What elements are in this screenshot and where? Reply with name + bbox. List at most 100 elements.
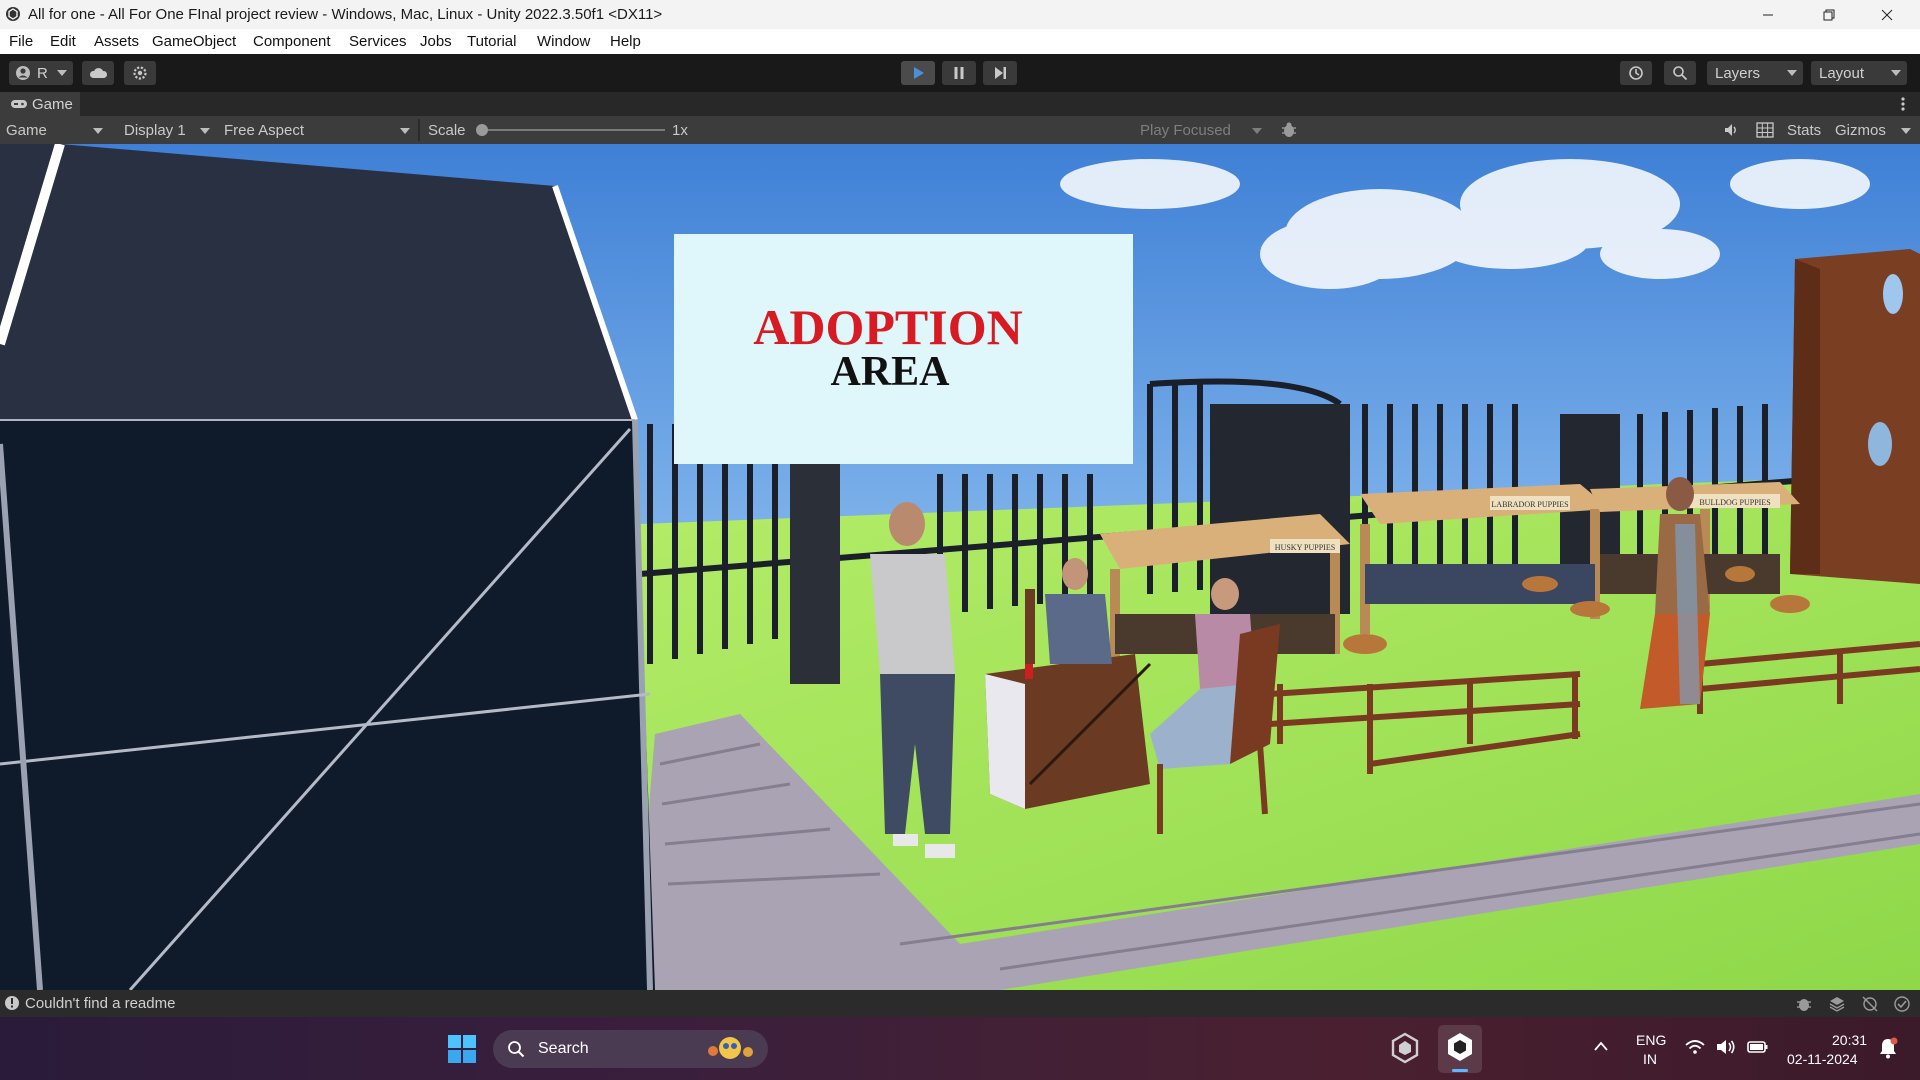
account-icon xyxy=(16,66,30,80)
status-message[interactable]: Couldn't find a readme xyxy=(25,995,175,1012)
chevron-down-icon xyxy=(1252,128,1262,134)
pause-button[interactable] xyxy=(942,61,976,85)
menu-gameobject[interactable]: GameObject xyxy=(152,33,236,50)
grid-icon[interactable] xyxy=(1756,122,1774,142)
chevron-down-icon xyxy=(1891,70,1901,76)
play-button[interactable] xyxy=(901,61,935,85)
close-icon xyxy=(1881,9,1893,20)
windows-taskbar: Search ENG IN 20:31 02-11-2024 xyxy=(0,1017,1920,1080)
stall-label-bulldog: BULLDOG PUPPIES xyxy=(1699,498,1770,507)
gizmos-label: Gizmos xyxy=(1835,121,1886,139)
chevron-down-icon xyxy=(1787,70,1797,76)
gamepad-icon xyxy=(11,100,27,108)
taskbar-search-box[interactable]: Search xyxy=(493,1030,768,1068)
step-button[interactable] xyxy=(983,61,1017,85)
minimize-button[interactable] xyxy=(1745,0,1791,29)
unity-hub-taskbar-icon[interactable] xyxy=(1388,1031,1422,1065)
search-button[interactable] xyxy=(1664,61,1696,85)
battery-icon[interactable] xyxy=(1747,1039,1769,1060)
stall-label-labrador: LABRADOR PUPPIES xyxy=(1491,500,1568,509)
window-title: All for one - All For One FInal project … xyxy=(28,6,663,23)
search-highlight-icon xyxy=(708,1037,753,1059)
menu-component[interactable]: Component xyxy=(253,33,331,50)
menu-jobs[interactable]: Jobs xyxy=(420,33,452,50)
menu-assets[interactable]: Assets xyxy=(94,33,139,50)
settings-icon xyxy=(133,66,147,80)
clock-time[interactable]: 20:31 xyxy=(1832,1032,1867,1048)
minimize-icon xyxy=(1763,14,1773,15)
search-icon xyxy=(508,1041,525,1058)
menu-window[interactable]: Window xyxy=(537,33,590,50)
history-icon xyxy=(1629,66,1643,80)
display-label: Display 1 xyxy=(124,121,186,139)
layout-label: Layout xyxy=(1819,64,1865,82)
unity-editor-taskbar-icon[interactable] xyxy=(1438,1025,1482,1073)
audio-icon[interactable] xyxy=(1723,122,1739,142)
play-focused-dropdown[interactable]: Play Focused xyxy=(1140,119,1268,141)
settings-button[interactable] xyxy=(124,61,156,85)
search-icon xyxy=(1673,66,1688,81)
desk xyxy=(985,654,1152,809)
game-view-toolbar: Game Display 1 Free Aspect Scale 1x Play… xyxy=(0,116,1920,145)
menu-services[interactable]: Services xyxy=(349,33,407,50)
sign-line1: ADOPTION xyxy=(753,299,1022,355)
wifi-icon[interactable] xyxy=(1685,1039,1705,1060)
debug-icon[interactable] xyxy=(1795,995,1813,1017)
account-dropdown[interactable]: R xyxy=(9,61,73,85)
check-icon[interactable] xyxy=(1893,995,1911,1017)
tab-game-label: Game xyxy=(32,95,73,113)
clock-date[interactable]: 02-11-2024 xyxy=(1787,1051,1858,1067)
game-viewport[interactable]: HUSKY PUPPIES LABRADOR PUPPIES BULLDOG P… xyxy=(0,144,1920,990)
layers-label: Layers xyxy=(1715,64,1761,82)
windows-start-icon[interactable] xyxy=(448,1035,476,1068)
step-icon xyxy=(995,67,1006,79)
adoption-sign: ADOPTION AREA xyxy=(674,234,1133,464)
cloud-icon xyxy=(89,68,108,78)
stats-button[interactable]: Stats xyxy=(1787,119,1821,141)
scale-value: 1x xyxy=(672,121,688,139)
bug-icon[interactable] xyxy=(1280,121,1298,143)
gizmos-dropdown[interactable]: Gizmos xyxy=(1835,119,1917,141)
wooden-tower xyxy=(1790,249,1920,584)
menu-bar: File Edit Assets GameObject Component Se… xyxy=(0,29,1920,54)
layers-dropdown[interactable]: Layers xyxy=(1707,61,1803,85)
unity-logo-icon xyxy=(1448,1033,1472,1061)
unity-logo-icon xyxy=(6,7,20,21)
menu-tutorial[interactable]: Tutorial xyxy=(467,33,516,50)
layers-stack-icon[interactable] xyxy=(1828,995,1846,1017)
game-tab-bar: Game xyxy=(0,92,1920,116)
play-icon xyxy=(914,67,924,79)
restore-button[interactable] xyxy=(1806,0,1852,29)
chevron-down-icon xyxy=(1901,128,1911,134)
chevron-up-icon[interactable] xyxy=(1593,1039,1609,1057)
scale-slider-track[interactable] xyxy=(480,129,665,131)
aspect-dropdown[interactable]: Free Aspect xyxy=(224,119,416,141)
tab-game[interactable]: Game xyxy=(0,92,80,116)
language-line1[interactable]: ENG xyxy=(1636,1032,1666,1048)
game-mode-dropdown[interactable]: Game xyxy=(6,119,109,141)
layout-dropdown[interactable]: Layout xyxy=(1811,61,1907,85)
aspect-label: Free Aspect xyxy=(224,121,305,139)
volume-icon[interactable] xyxy=(1716,1039,1736,1060)
notification-icon[interactable] xyxy=(1878,1037,1898,1064)
network-icon[interactable] xyxy=(1861,995,1879,1017)
info-icon xyxy=(4,995,20,1015)
menu-file[interactable]: File xyxy=(9,33,33,50)
menu-help[interactable]: Help xyxy=(610,33,641,50)
game-scene: HUSKY PUPPIES LABRADOR PUPPIES BULLDOG P… xyxy=(0,144,1920,990)
display-dropdown[interactable]: Display 1 xyxy=(124,119,216,141)
sign-line2: AREA xyxy=(830,349,950,395)
active-indicator xyxy=(1452,1069,1468,1072)
menu-edit[interactable]: Edit xyxy=(50,33,76,50)
chevron-down-icon xyxy=(400,128,410,134)
history-button[interactable] xyxy=(1620,61,1652,85)
scale-slider-handle[interactable] xyxy=(476,124,488,136)
kebab-menu-icon[interactable] xyxy=(1898,94,1908,114)
scale-label: Scale xyxy=(428,121,466,139)
close-button[interactable] xyxy=(1864,0,1910,29)
chevron-down-icon xyxy=(200,128,210,134)
pause-icon xyxy=(954,67,964,79)
stall-label-husky: HUSKY PUPPIES xyxy=(1275,543,1335,552)
cloud-button[interactable] xyxy=(82,61,114,85)
language-line2[interactable]: IN xyxy=(1643,1051,1657,1067)
